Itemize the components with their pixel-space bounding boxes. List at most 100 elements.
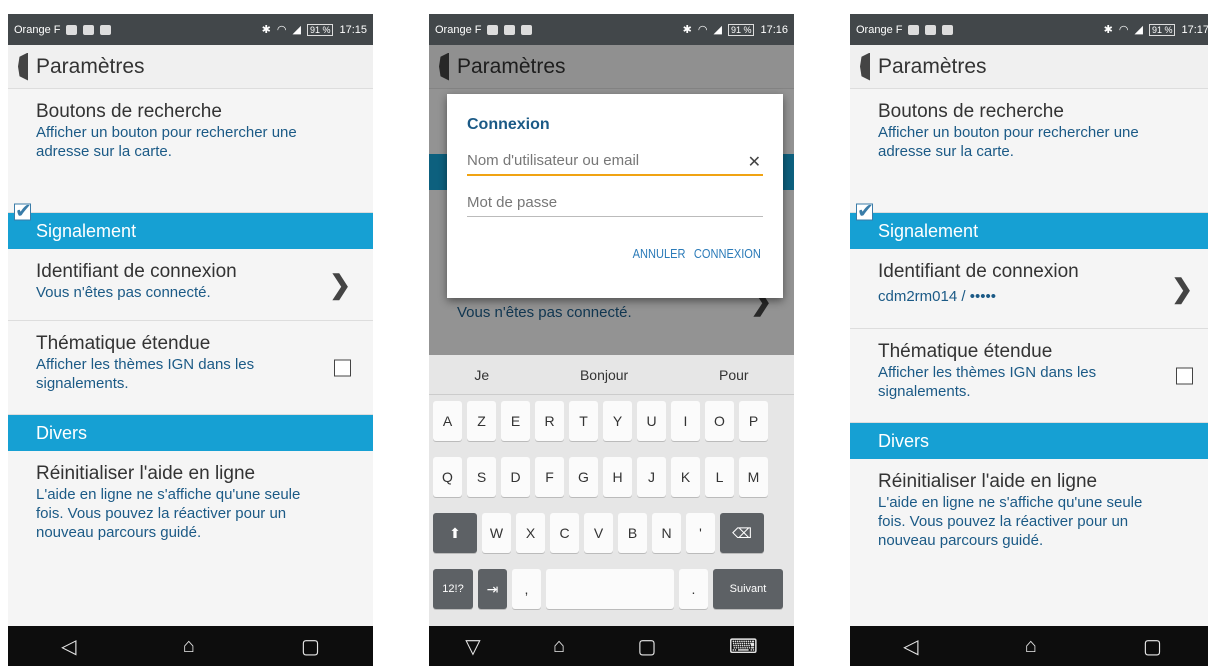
recents-icon[interactable]: ▢: [301, 634, 320, 659]
extended-theme-pref[interactable]: Thématique étendue Afficher les thèmes I…: [850, 329, 1208, 423]
key[interactable]: V: [584, 513, 613, 553]
key-row-2: Q S D F G H J K L M: [433, 457, 768, 497]
signal-icon: ◢: [292, 24, 301, 36]
key[interactable]: G: [569, 457, 598, 497]
period-key[interactable]: .: [679, 569, 708, 609]
search-buttons-pref[interactable]: Boutons de recherche Afficher un bouton …: [850, 89, 1208, 223]
search-buttons-checkbox[interactable]: [856, 198, 874, 223]
key[interactable]: M: [739, 457, 768, 497]
key[interactable]: C: [550, 513, 579, 553]
clock: 17:17: [1181, 23, 1208, 36]
status-bar: Orange F ✱ ◠ ◢ 91 % 17:16: [429, 14, 794, 45]
key[interactable]: O: [705, 401, 734, 441]
extended-theme-checkbox[interactable]: [334, 359, 351, 376]
key[interactable]: S: [467, 457, 496, 497]
key[interactable]: K: [671, 457, 700, 497]
back-nav-icon[interactable]: ◁: [903, 634, 918, 659]
battery-indicator: 91 %: [306, 23, 334, 36]
home-icon[interactable]: ⌂: [553, 635, 565, 658]
navigation-bar: ◁ ⌂ ▢: [850, 626, 1208, 666]
suggestion-bar: Je Bonjour Pour: [429, 355, 794, 395]
hide-keyboard-icon[interactable]: ▽: [465, 634, 480, 659]
shift-key[interactable]: ⬆: [433, 513, 477, 553]
keyboard-switch-icon[interactable]: ⌨: [729, 634, 758, 659]
key[interactable]: T: [569, 401, 598, 441]
key[interactable]: Y: [603, 401, 632, 441]
comma-key[interactable]: ,: [512, 569, 541, 609]
pref-summary: Afficher un bouton pour rechercher une a…: [878, 124, 1139, 160]
pref-title: Thématique étendue: [36, 333, 211, 354]
key[interactable]: L: [705, 457, 734, 497]
notification-icon: [83, 24, 95, 35]
search-buttons-pref[interactable]: Boutons de recherche Afficher un bouton …: [8, 89, 373, 223]
key[interactable]: Z: [467, 401, 496, 441]
pref-title: Boutons de recherche: [878, 101, 1064, 122]
dialog-actions: ANNULER CONNEXION: [633, 246, 761, 261]
symbols-key[interactable]: 12!?: [433, 569, 473, 609]
key[interactable]: H: [603, 457, 632, 497]
key[interactable]: I: [671, 401, 700, 441]
settings-screen-logged-out: Orange F ✱ ◠ ◢ 91 % 17:15 Paramètres Bou…: [8, 14, 373, 666]
pref-title: Réinitialiser l'aide en ligne: [878, 471, 1098, 492]
cancel-button[interactable]: ANNULER: [633, 246, 686, 261]
signal-icon: ◢: [713, 24, 722, 36]
pref-title: Réinitialiser l'aide en ligne: [36, 463, 256, 484]
battery-indicator: 91 %: [1148, 23, 1176, 36]
key[interactable]: F: [535, 457, 564, 497]
key[interactable]: R: [535, 401, 564, 441]
back-nav-icon[interactable]: ◁: [61, 634, 76, 659]
tab-key[interactable]: ⇥: [478, 569, 507, 609]
clear-icon[interactable]: ✕: [748, 152, 761, 172]
back-icon[interactable]: [860, 52, 870, 81]
key[interactable]: W: [482, 513, 511, 553]
key[interactable]: P: [739, 401, 768, 441]
clock: 17:16: [760, 23, 788, 36]
carrier-label: Orange F: [435, 23, 482, 36]
suggestion-item[interactable]: Je: [474, 367, 489, 383]
app-bar: Paramètres: [8, 45, 373, 89]
carrier-label: Orange F: [14, 23, 61, 36]
pref-summary: L'aide en ligne ne s'affiche qu'une seul…: [878, 494, 1143, 549]
search-buttons-checkbox[interactable]: [14, 198, 32, 223]
home-icon[interactable]: ⌂: [1025, 635, 1037, 658]
wifi-icon: ◠: [276, 24, 287, 36]
pref-title: Identifiant de connexion: [36, 261, 237, 282]
key[interactable]: ': [686, 513, 715, 553]
recents-icon[interactable]: ▢: [638, 634, 657, 659]
key[interactable]: Q: [433, 457, 462, 497]
space-key[interactable]: [546, 569, 674, 609]
reset-help-pref[interactable]: Réinitialiser l'aide en ligne L'aide en …: [850, 459, 1208, 589]
key[interactable]: B: [618, 513, 647, 553]
pref-title: Thématique étendue: [878, 341, 1053, 362]
login-pref[interactable]: Identifiant de connexion cdm2rm014 / •••…: [850, 249, 1208, 329]
key[interactable]: U: [637, 401, 666, 441]
key[interactable]: E: [501, 401, 530, 441]
reset-help-pref[interactable]: Réinitialiser l'aide en ligne L'aide en …: [8, 451, 373, 581]
bluetooth-icon: ✱: [261, 24, 271, 36]
notification-icon: [908, 24, 920, 35]
extended-theme-checkbox[interactable]: [1176, 367, 1193, 384]
status-bar: Orange F ✱ ◠ ◢ 91 % 17:15: [8, 14, 373, 45]
recents-icon[interactable]: ▢: [1143, 634, 1162, 659]
password-field[interactable]: Mot de passe: [467, 194, 763, 217]
home-icon[interactable]: ⌂: [183, 635, 195, 658]
back-icon[interactable]: [18, 52, 28, 81]
key[interactable]: D: [501, 457, 530, 497]
suggestion-item[interactable]: Pour: [719, 367, 749, 383]
navigation-bar: ▽ ⌂ ▢ ⌨: [429, 626, 794, 666]
key[interactable]: X: [516, 513, 545, 553]
key[interactable]: J: [637, 457, 666, 497]
extended-theme-pref[interactable]: Thématique étendue Afficher les thèmes I…: [8, 321, 373, 415]
notification-icon: [942, 24, 954, 35]
next-key[interactable]: Suivant: [713, 569, 783, 609]
section-header-report: Signalement: [8, 213, 373, 249]
username-field[interactable]: Nom d'utilisateur ou email ✕: [467, 152, 763, 176]
login-button[interactable]: CONNEXION: [694, 246, 761, 261]
bluetooth-icon: ✱: [682, 24, 692, 36]
pref-summary: Afficher un bouton pour rechercher une a…: [36, 124, 297, 160]
key[interactable]: N: [652, 513, 681, 553]
key[interactable]: A: [433, 401, 462, 441]
backspace-key[interactable]: ⌫: [720, 513, 764, 553]
suggestion-item[interactable]: Bonjour: [580, 367, 628, 383]
login-pref[interactable]: Identifiant de connexion Vous n'êtes pas…: [8, 249, 373, 321]
